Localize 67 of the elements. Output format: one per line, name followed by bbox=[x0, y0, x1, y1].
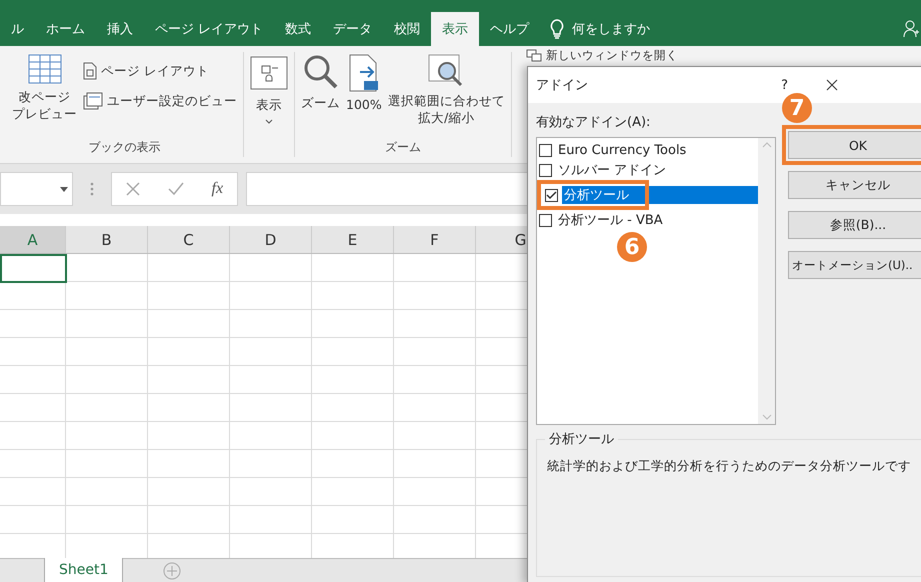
check-icon[interactable] bbox=[168, 182, 184, 196]
page-icon bbox=[83, 62, 97, 80]
column-header[interactable]: F bbox=[394, 226, 476, 253]
tell-me-field[interactable]: 何をしますか bbox=[572, 20, 650, 38]
dialog-button[interactable]: OK bbox=[788, 131, 921, 159]
views-icon bbox=[83, 92, 103, 110]
column-header[interactable]: D bbox=[230, 226, 312, 253]
list-label: 有効なアドイン(A): bbox=[536, 114, 652, 131]
ribbon-tab[interactable]: 挿入 bbox=[96, 12, 144, 46]
ribbon-tab[interactable]: データ bbox=[322, 12, 384, 46]
page-break-grid-icon bbox=[28, 54, 62, 84]
ribbon-tab[interactable]: 表示 bbox=[431, 12, 480, 46]
column-header[interactable]: A bbox=[0, 226, 66, 253]
addin-item[interactable]: Euro Currency Tools bbox=[537, 140, 758, 160]
group-label: ブックの表示 bbox=[88, 139, 162, 156]
dropdown-arrow-icon bbox=[60, 186, 68, 192]
ribbon-tab[interactable]: ル bbox=[0, 12, 35, 46]
name-box[interactable] bbox=[0, 172, 73, 206]
ribbon-button[interactable]: ズーム bbox=[301, 52, 340, 111]
dialog-button[interactable]: 参照(B)... bbox=[788, 211, 921, 239]
zoom-selection-icon bbox=[428, 54, 464, 88]
windows-icon bbox=[526, 48, 542, 62]
help-button[interactable]: ? bbox=[781, 78, 788, 92]
share-person-icon[interactable] bbox=[903, 20, 919, 38]
lightbulb-icon bbox=[550, 19, 564, 39]
add-sheet-icon[interactable] bbox=[163, 562, 182, 580]
sheet-tab[interactable]: Sheet1 bbox=[44, 558, 124, 582]
close-icon[interactable] bbox=[826, 79, 838, 91]
addin-item[interactable]: ソルバー アドイン bbox=[537, 160, 758, 180]
scrollbar[interactable] bbox=[758, 138, 775, 424]
column-header[interactable]: C bbox=[148, 226, 230, 253]
scroll-up-icon[interactable] bbox=[762, 142, 772, 148]
step-number: 7 bbox=[782, 93, 812, 123]
description-title: 分析ツール bbox=[545, 430, 618, 448]
chevron-down-icon bbox=[265, 119, 273, 124]
checkmark-icon bbox=[546, 190, 557, 200]
scroll-down-icon[interactable] bbox=[762, 414, 772, 420]
column-header[interactable]: E bbox=[312, 226, 394, 253]
cancel-icon[interactable] bbox=[126, 182, 140, 196]
ribbon-button[interactable]: ユーザー設定のビュー bbox=[83, 92, 237, 110]
column-header[interactable]: B bbox=[66, 226, 148, 253]
checkbox[interactable] bbox=[539, 144, 552, 156]
ribbon-tab[interactable]: 数式 bbox=[274, 12, 322, 46]
group-label: ズーム bbox=[384, 139, 422, 156]
dialog-title: アドイン bbox=[536, 77, 589, 94]
active-cell[interactable] bbox=[0, 254, 67, 283]
checkbox[interactable] bbox=[539, 164, 552, 176]
ribbon-button[interactable]: 100% bbox=[346, 52, 382, 113]
ribbon-tab[interactable]: ヘルプ bbox=[479, 12, 540, 46]
ribbon-button[interactable]: 改ページ プレビュー bbox=[12, 52, 77, 122]
magnifier-icon bbox=[302, 54, 338, 90]
dropdown-button[interactable]: 表示 bbox=[250, 52, 288, 124]
page-arrow-icon bbox=[348, 54, 380, 92]
ribbon-tab[interactable]: ホーム bbox=[35, 12, 96, 46]
step-number: 6 bbox=[617, 232, 647, 262]
ribbon-button[interactable]: ページ レイアウト bbox=[83, 62, 237, 80]
checkbox[interactable] bbox=[539, 214, 552, 226]
dialog-button[interactable]: オートメーション(U).. bbox=[788, 251, 921, 279]
ribbon-tab[interactable]: ページ レイアウト bbox=[144, 12, 274, 46]
show-icon bbox=[250, 56, 288, 90]
insert-function-button[interactable]: fx bbox=[212, 180, 224, 198]
dialog-button[interactable]: キャンセル bbox=[788, 171, 921, 199]
ribbon-button[interactable]: 選択範囲に合わせて 拡大/縮小 bbox=[388, 52, 505, 126]
new-window-button[interactable]: 新しいウィンドウを開く bbox=[526, 48, 678, 62]
checkbox[interactable] bbox=[545, 188, 558, 202]
ribbon-tab[interactable]: 校閲 bbox=[383, 12, 432, 46]
description-text: 統計学的および工学的分析を行うためのデータ分析ツールです bbox=[547, 458, 911, 473]
